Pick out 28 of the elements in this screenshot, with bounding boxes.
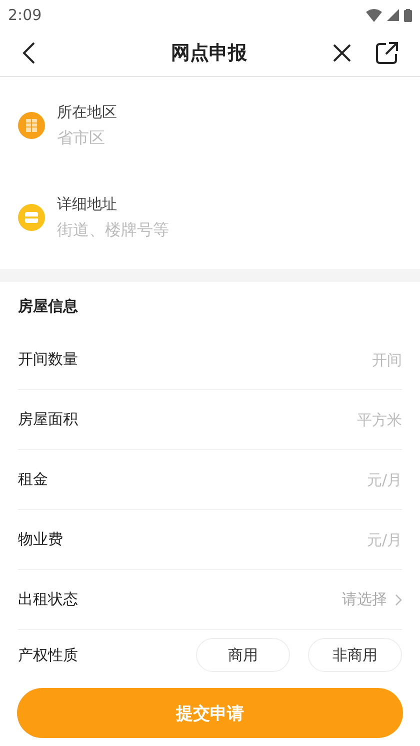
store-icon (18, 204, 45, 230)
wifi-icon (366, 8, 382, 22)
input-field[interactable]: 元/月 (202, 470, 402, 488)
row-label: 出租状态 (18, 590, 78, 609)
battery-icon (404, 8, 412, 22)
address-field[interactable]: 省市区 (57, 128, 420, 147)
input-field[interactable]: 平方米 (202, 410, 402, 428)
row-label: 产权性质 (18, 645, 78, 665)
address-field[interactable]: 街道、楼牌号等 (57, 220, 420, 239)
chevron-icon (395, 594, 402, 606)
status-time: 2:09 (8, 6, 42, 24)
field-label: 详细地址 (57, 195, 118, 214)
field-label: 所在地区 (57, 103, 118, 122)
signal-icon (387, 9, 399, 21)
input-field[interactable]: 元/月 (202, 530, 402, 548)
share-icon[interactable] (376, 42, 398, 64)
row-label: 租金 (18, 470, 48, 489)
row-label: 物业费 (18, 530, 63, 549)
input-field[interactable]: 开间 (202, 350, 402, 368)
row-label: 房屋面积 (18, 410, 78, 429)
building-icon (18, 112, 45, 138)
row-label: 开间数量 (18, 350, 78, 369)
back-icon[interactable] (22, 41, 36, 65)
section-title: 房屋信息 (18, 296, 79, 316)
option-button[interactable]: 非商用 (308, 638, 402, 672)
option-button[interactable]: 商用 (196, 638, 290, 672)
page-title: 网点申报 (170, 41, 248, 66)
close-icon[interactable] (332, 43, 352, 63)
